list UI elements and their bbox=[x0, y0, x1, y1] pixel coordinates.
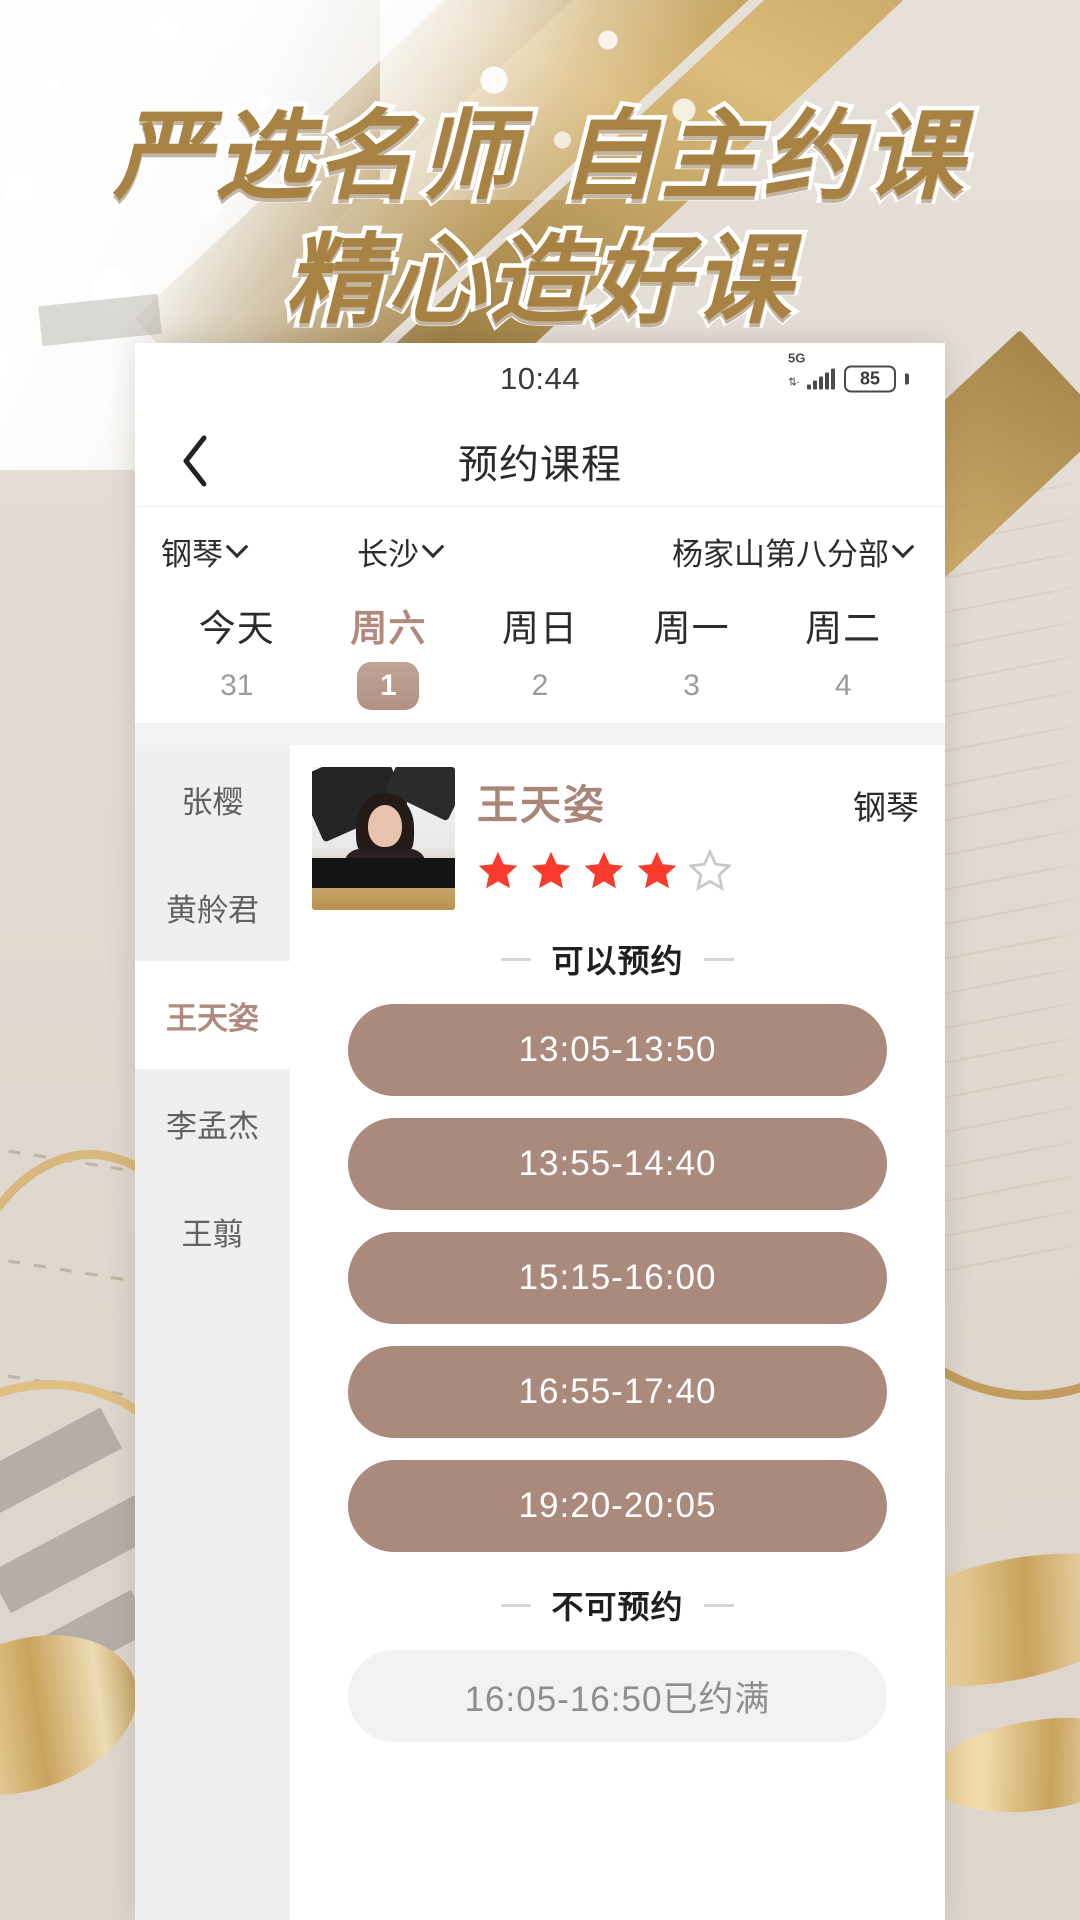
teacher-list-item-3-selected[interactable]: 王天姿 bbox=[135, 961, 290, 1069]
date-day-label: 1 bbox=[357, 662, 420, 710]
date-day-label: 4 bbox=[834, 669, 852, 702]
promo-poster: 严选名师 自主约课 精心造好课 10:44 5G ⇅· 85 预约课程 钢琴 长… bbox=[0, 0, 1080, 1920]
teacher-name-label: 张樱 bbox=[181, 784, 244, 820]
teacher-name-label: 李孟杰 bbox=[166, 1108, 259, 1144]
date-item-saturday[interactable]: 周六 1 bbox=[313, 598, 465, 710]
date-item-sunday[interactable]: 周日 2 bbox=[464, 598, 616, 710]
schedule-panel: 王天姿 钢琴 可以预约 13:05-13:50 13:55-14:40 15:1… bbox=[290, 745, 945, 1920]
signal-bars-icon bbox=[807, 368, 835, 390]
filter-city[interactable]: 长沙 bbox=[357, 529, 445, 574]
teacher-name-label: 黄舲君 bbox=[166, 892, 259, 928]
teacher-profile: 王天姿 钢琴 bbox=[290, 745, 945, 910]
divider-dash-right bbox=[703, 1603, 734, 1607]
nav-bar: 预约课程 bbox=[135, 415, 945, 507]
date-weekday-label: 周六 bbox=[350, 608, 427, 649]
date-item-tuesday[interactable]: 周二 4 bbox=[767, 598, 919, 710]
unavailable-label: 不可预约 bbox=[551, 1589, 684, 1625]
battery-level-label: 85 bbox=[859, 368, 881, 389]
time-slot-button[interactable]: 13:55-14:40 bbox=[348, 1118, 887, 1210]
divider-dash-right bbox=[703, 957, 734, 961]
time-slot-button[interactable]: 19:20-20:05 bbox=[348, 1460, 887, 1552]
status-indicators: 5G ⇅· 85 bbox=[788, 352, 909, 393]
teacher-name-label: 王天姿 bbox=[166, 1000, 259, 1036]
date-item-today[interactable]: 今天 31 bbox=[161, 598, 313, 710]
date-weekday-label: 周二 bbox=[805, 608, 882, 649]
filter-subject[interactable]: 钢琴 bbox=[161, 529, 249, 574]
unavailable-section-header: 不可预约 bbox=[290, 1582, 945, 1628]
section-divider bbox=[135, 723, 945, 745]
chevron-down-icon bbox=[891, 535, 915, 559]
teacher-list-item-1[interactable]: 张樱 bbox=[135, 745, 290, 853]
date-day-label: 3 bbox=[683, 669, 700, 702]
unavailable-slot-list: 16:05-16:50已约满 bbox=[290, 1650, 945, 1742]
face-shape bbox=[368, 805, 402, 847]
filter-city-label: 长沙 bbox=[357, 536, 419, 572]
phone-screen: 10:44 5G ⇅· 85 预约课程 钢琴 长沙 杨家山第八分部 今天 31 … bbox=[135, 343, 945, 1920]
available-section-header: 可以预约 bbox=[290, 936, 945, 982]
available-label: 可以预约 bbox=[551, 943, 684, 979]
status-bar: 10:44 5G ⇅· 85 bbox=[135, 343, 945, 415]
content-area: 张樱 黄舲君 王天姿 李孟杰 王翦 王天姿 钢琴 可以预约 13:05-13:5… bbox=[135, 745, 945, 1920]
time-slot-button[interactable]: 15:15-16:00 bbox=[348, 1232, 887, 1324]
time-slot-button[interactable]: 13:05-13:50 bbox=[348, 1004, 887, 1096]
paper-texture-top bbox=[380, 0, 760, 200]
available-slot-list: 13:05-13:50 13:55-14:40 15:15-16:00 16:5… bbox=[290, 1004, 945, 1552]
teacher-list: 张樱 黄舲君 王天姿 李孟杰 王翦 bbox=[135, 745, 290, 1920]
time-slot-button[interactable]: 16:55-17:40 bbox=[348, 1346, 887, 1438]
teacher-list-item-4[interactable]: 李孟杰 bbox=[135, 1069, 290, 1177]
filter-subject-label: 钢琴 bbox=[161, 536, 223, 572]
star-empty-icon bbox=[689, 849, 731, 891]
battery-icon: 85 bbox=[844, 365, 896, 393]
star-filled-icon bbox=[478, 851, 518, 889]
chevron-down-icon bbox=[225, 535, 249, 559]
date-weekday-label: 周一 bbox=[653, 608, 730, 649]
page-title: 预约课程 bbox=[458, 442, 622, 487]
signal-icon: 5G ⇅· bbox=[788, 352, 835, 390]
date-weekday-label: 周日 bbox=[501, 608, 578, 649]
teacher-meta: 王天姿 钢琴 bbox=[477, 767, 919, 891]
star-filled-icon bbox=[584, 851, 624, 889]
data-arrows-icon: ⇅· bbox=[788, 376, 800, 389]
teacher-detail-subject: 钢琴 bbox=[853, 789, 919, 826]
teacher-detail-name: 王天姿 bbox=[477, 782, 606, 828]
divider-dash-left bbox=[501, 1603, 532, 1607]
divider-dash-left bbox=[501, 957, 532, 961]
star-filled-icon bbox=[637, 851, 677, 889]
battery-cap-icon bbox=[905, 373, 909, 385]
star-filled-icon bbox=[531, 851, 571, 889]
piano-body-shape bbox=[312, 858, 455, 888]
teacher-name-label: 王翦 bbox=[181, 1216, 244, 1252]
status-time: 10:44 bbox=[499, 361, 581, 396]
filter-bar: 钢琴 长沙 杨家山第八分部 bbox=[135, 507, 945, 595]
teacher-photo bbox=[312, 767, 455, 910]
teacher-list-item-2[interactable]: 黄舲君 bbox=[135, 853, 290, 961]
time-slot-full: 16:05-16:50已约满 bbox=[348, 1650, 887, 1742]
rating-stars bbox=[477, 849, 919, 891]
date-item-monday[interactable]: 周一 3 bbox=[616, 598, 768, 710]
network-type-label: 5G bbox=[788, 350, 806, 366]
chevron-left-icon bbox=[183, 435, 207, 486]
date-selector: 今天 31 周六 1 周日 2 周一 3 周二 4 bbox=[135, 595, 945, 723]
date-day-label: 2 bbox=[531, 669, 549, 702]
teacher-name-row: 王天姿 钢琴 bbox=[477, 771, 919, 831]
date-weekday-label: 今天 bbox=[198, 608, 275, 649]
date-day-label: 31 bbox=[220, 669, 254, 702]
back-button[interactable] bbox=[169, 435, 221, 487]
teacher-list-item-5[interactable]: 王翦 bbox=[135, 1177, 290, 1285]
chevron-down-icon bbox=[421, 535, 445, 559]
filter-branch-label: 杨家山第八分部 bbox=[672, 536, 889, 572]
filter-branch[interactable]: 杨家山第八分部 bbox=[672, 529, 915, 574]
photo-base-shape bbox=[312, 888, 455, 910]
